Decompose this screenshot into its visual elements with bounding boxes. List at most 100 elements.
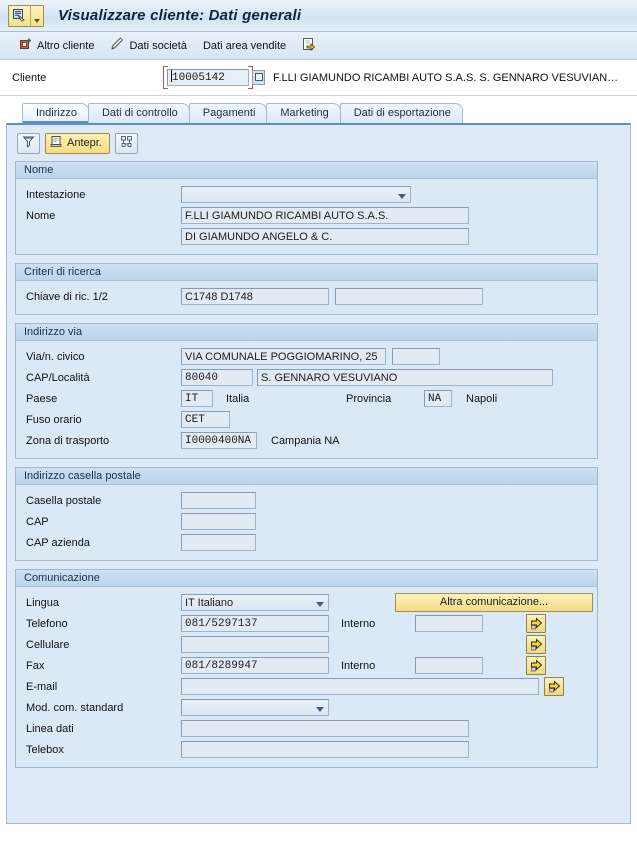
tab-strip: Indirizzo Dati di controllo Pagamenti Ma… <box>0 102 637 123</box>
layout-button[interactable] <box>114 132 138 154</box>
row-cap-localita: CAP/Località 80040 S. GENNARO VESUVIANO <box>16 367 597 388</box>
search-help-icon[interactable] <box>252 70 265 85</box>
client-input-focus-frame: 10005142 <box>163 66 253 89</box>
page-title: Visualizzare cliente: Dati generali <box>58 7 302 24</box>
row-paese: Paese IT Italia Provincia NA Napoli <box>16 388 597 409</box>
pencil-icon <box>110 37 125 54</box>
intestazione-select[interactable] <box>181 186 411 203</box>
system-menu-caret-icon <box>31 6 43 26</box>
localita-input[interactable]: S. GENNARO VESUVIANO <box>257 369 553 386</box>
row-mod-com-standard: Mod. com. standard <box>16 697 597 718</box>
group-casella-title: Indirizzo casella postale <box>16 468 597 485</box>
email-detail-arrow-button[interactable] <box>544 677 564 696</box>
tab-marketing[interactable]: Marketing <box>266 103 341 123</box>
provincia-input[interactable]: NA <box>424 390 452 407</box>
group-indirizzo-via: Indirizzo via Via/n. civico VIA COMUNALE… <box>15 323 598 459</box>
sales-area-data-button[interactable]: Dati area vendite <box>196 37 293 55</box>
tab-pagamenti[interactable]: Pagamenti <box>188 103 268 123</box>
company-data-button[interactable]: Dati società <box>103 34 193 57</box>
fax-interno-input[interactable] <box>415 657 483 674</box>
nome-input[interactable]: F.LLI GIAMUNDO RICAMBI AUTO S.A.S. <box>181 207 469 224</box>
cap-input[interactable]: 80040 <box>181 369 253 386</box>
row-telebox: Telebox <box>16 739 597 760</box>
sap-system-menu-icon <box>9 5 31 26</box>
casella-cap-label: CAP <box>26 515 49 528</box>
fax-input[interactable]: 081/8289947 <box>181 657 329 674</box>
arrow-right-icon <box>548 680 560 693</box>
group-nome-title: Nome <box>16 162 597 179</box>
window-title-bar: Visualizzare cliente: Dati generali <box>0 0 637 32</box>
preview-button[interactable]: Antepr. <box>45 132 110 154</box>
row-telefono: Telefono 081/5297137 Interno <box>16 613 597 634</box>
company-data-label: Dati società <box>129 39 187 52</box>
row-cap-azienda: CAP azienda <box>16 532 597 553</box>
fuso-input[interactable]: CET <box>181 411 230 428</box>
document-icon <box>50 135 63 151</box>
chevron-down-icon <box>398 194 406 199</box>
layout-icon <box>120 135 133 151</box>
zona-text: Campania NA <box>271 434 340 447</box>
paese-label: Paese <box>26 392 58 405</box>
lingua-select[interactable]: IT Italiano <box>181 594 329 611</box>
row-cellulare: Cellulare <box>16 634 597 655</box>
row-nome-2: DI GIAMUNDO ANGELO & C. <box>16 226 597 247</box>
row-fax: Fax 081/8289947 Interno <box>16 655 597 676</box>
row-fuso-orario: Fuso orario CET <box>16 409 597 430</box>
export-button[interactable] <box>295 34 323 57</box>
fax-detail-arrow-button[interactable] <box>526 656 546 675</box>
row-lingua: Lingua IT Italiano Altra comunicazione..… <box>16 592 597 613</box>
casella-cap-input[interactable] <box>181 513 256 530</box>
cap-azienda-label: CAP azienda <box>26 536 91 549</box>
chevron-down-icon <box>316 602 324 607</box>
telebox-input[interactable] <box>181 741 469 758</box>
linea-dati-input[interactable] <box>181 720 469 737</box>
mod-com-select[interactable] <box>181 699 329 716</box>
intestazione-label: Intestazione <box>26 188 86 201</box>
telefono-detail-arrow-button[interactable] <box>526 614 546 633</box>
nome-label: Nome <box>26 209 56 222</box>
tab-dati-di-esportazione[interactable]: Dati di esportazione <box>339 103 463 123</box>
email-input[interactable] <box>181 678 539 695</box>
cap-azienda-input[interactable] <box>181 534 256 551</box>
cap-localita-label: CAP/Località <box>26 371 90 384</box>
paese-text: Italia <box>226 392 250 405</box>
row-intestazione: Intestazione <box>16 184 597 205</box>
cellulare-input[interactable] <box>181 636 329 653</box>
chevron-down-icon <box>316 707 324 712</box>
other-customer-button[interactable]: Altro cliente <box>12 34 101 57</box>
via-numero-input[interactable] <box>392 348 440 365</box>
tab-pagamenti-label: Pagamenti <box>202 107 256 119</box>
tab-dati-di-controllo[interactable]: Dati di controllo <box>87 103 190 123</box>
fax-interno-label: Interno <box>341 659 376 672</box>
lingua-label: Lingua <box>26 596 60 609</box>
row-via: Via/n. civico VIA COMUNALE POGGIOMARINO,… <box>16 346 597 367</box>
telefono-input[interactable]: 081/5297137 <box>181 615 329 632</box>
telefono-interno-input[interactable] <box>415 615 483 632</box>
tab-dati-di-controllo-label: Dati di controllo <box>101 107 178 119</box>
group-indirizzo-via-title: Indirizzo via <box>16 324 597 341</box>
group-casella-postale: Indirizzo casella postale Casella postal… <box>15 467 598 561</box>
other-customer-label: Altro cliente <box>37 39 95 52</box>
client-input[interactable]: 10005142 <box>167 69 249 86</box>
group-nome: Nome Intestazione Nome F.LLI GIAMUNDO RI… <box>15 161 598 255</box>
arrow-right-icon <box>530 638 542 651</box>
via-input[interactable]: VIA COMUNALE POGGIOMARINO, 25 <box>181 348 386 365</box>
casella-postale-input[interactable] <box>181 492 256 509</box>
telebox-label: Telebox <box>26 743 64 756</box>
chiave2-input[interactable] <box>335 288 483 305</box>
chiave-label: Chiave di ric. 1/2 <box>26 290 108 303</box>
tab-panel-indirizzo: Antepr. Nome Intestazione Nome F.LLI GIA… <box>6 123 631 824</box>
via-label: Via/n. civico <box>26 350 85 363</box>
form-toolbar: Antepr. <box>15 131 622 155</box>
paese-input[interactable]: IT <box>181 390 213 407</box>
row-casella-cap: CAP <box>16 511 597 532</box>
cellulare-detail-arrow-button[interactable] <box>526 635 546 654</box>
zona-input[interactable]: I0000400NA <box>181 432 257 449</box>
altra-comunicazione-button[interactable]: Altra comunicazione... <box>395 593 593 612</box>
chiave1-input[interactable]: C1748 D1748 <box>181 288 329 305</box>
nome2-input[interactable]: DI GIAMUNDO ANGELO & C. <box>181 228 469 245</box>
tab-indirizzo[interactable]: Indirizzo <box>22 103 89 123</box>
system-menu-button[interactable] <box>8 4 44 27</box>
filter-button[interactable] <box>17 132 40 154</box>
application-toolbar: Altro cliente Dati società Dati area ven… <box>0 32 637 60</box>
